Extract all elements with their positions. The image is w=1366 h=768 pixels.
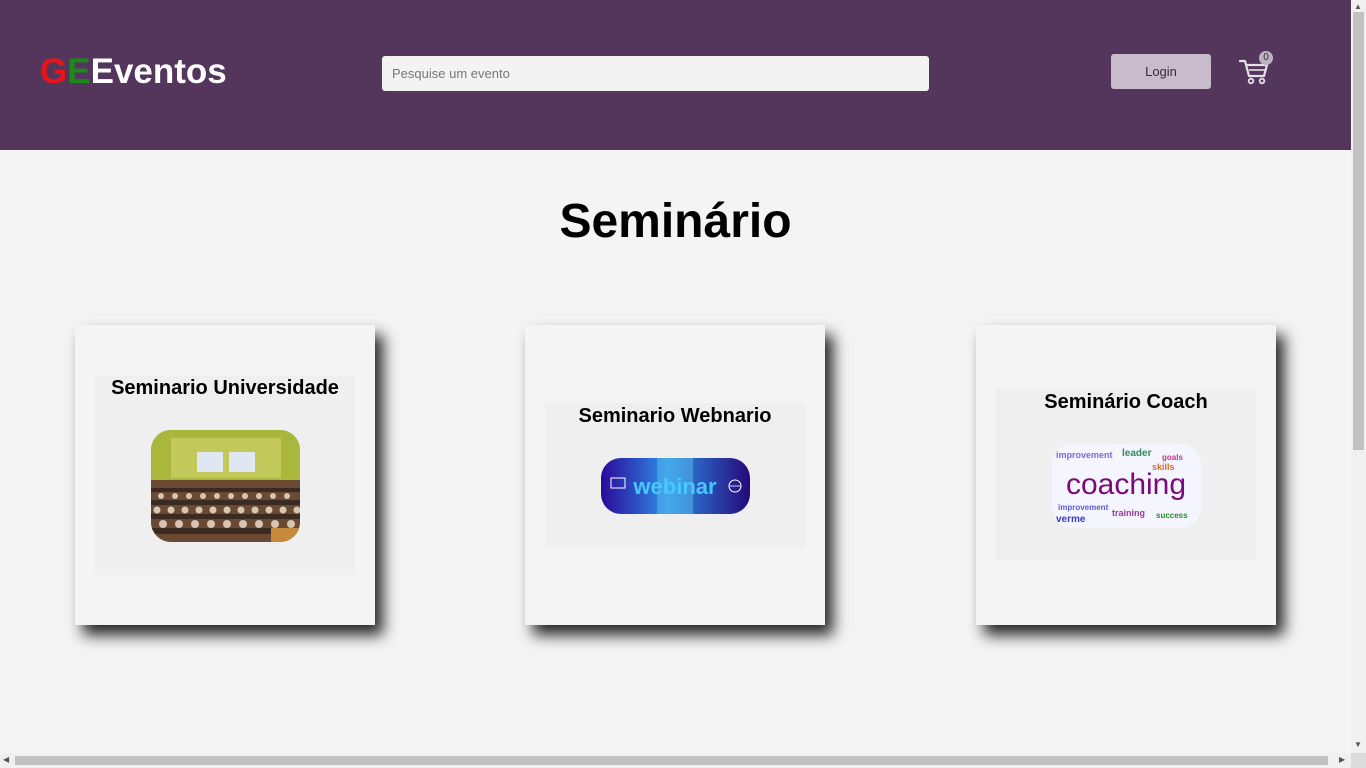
svg-text:goals: goals: [1162, 453, 1183, 462]
site-logo[interactable]: GEEventos: [40, 52, 227, 92]
svg-text:verme: verme: [1056, 514, 1086, 525]
search-input[interactable]: [382, 56, 929, 91]
scroll-right-icon[interactable]: ▶: [1339, 755, 1345, 765]
page-title: Seminário: [559, 195, 792, 248]
coaching-image-text: coaching: [1065, 468, 1185, 501]
coaching-image[interactable]: improvement leader goals improvement ver…: [1051, 444, 1201, 528]
scroll-up-icon[interactable]: ▲: [1354, 2, 1362, 12]
event-card-body: Seminario Webnario webinar: [545, 403, 805, 547]
svg-text:training: training: [1112, 508, 1145, 518]
scroll-left-icon[interactable]: ◀: [3, 755, 9, 765]
vertical-scrollbar[interactable]: ▲ ▼: [1351, 0, 1366, 753]
lecture-hall-image[interactable]: [150, 430, 300, 542]
svg-text:improvement: improvement: [1058, 503, 1109, 512]
logo-letter-g: G: [40, 52, 68, 91]
event-card-title: Seminario Universidade: [111, 377, 339, 399]
event-card-universidade[interactable]: Seminario Universidade: [75, 325, 375, 625]
svg-text:improvement: improvement: [1056, 450, 1113, 460]
event-card-webnario[interactable]: Seminario Webnario webinar: [525, 325, 825, 625]
scrollbar-corner: [1351, 753, 1366, 768]
horizontal-scrollbar[interactable]: ◀ ▶: [0, 753, 1351, 768]
logo-letter-e: E: [67, 52, 91, 91]
logo-text: Eventos: [90, 52, 227, 91]
site-header: GEEventos Login 0: [0, 0, 1351, 150]
cart-count-badge: 0: [1259, 51, 1273, 65]
webinar-image-text: webinar: [632, 474, 717, 499]
event-card-body: Seminário Coach improvement leader goals…: [996, 389, 1256, 561]
event-card-title: Seminario Webnario: [578, 405, 772, 427]
svg-text:leader: leader: [1122, 448, 1152, 459]
horizontal-scroll-thumb[interactable]: [15, 756, 1328, 765]
scroll-down-icon[interactable]: ▼: [1354, 740, 1362, 750]
event-card-coach[interactable]: Seminário Coach improvement leader goals…: [976, 325, 1276, 625]
svg-text:success: success: [1156, 511, 1188, 520]
vertical-scroll-thumb[interactable]: [1353, 12, 1364, 450]
event-card-body: Seminario Universidade: [95, 375, 355, 575]
login-button[interactable]: Login: [1111, 54, 1211, 89]
webinar-image[interactable]: webinar: [600, 458, 750, 514]
event-card-title: Seminário Coach: [1044, 391, 1208, 413]
